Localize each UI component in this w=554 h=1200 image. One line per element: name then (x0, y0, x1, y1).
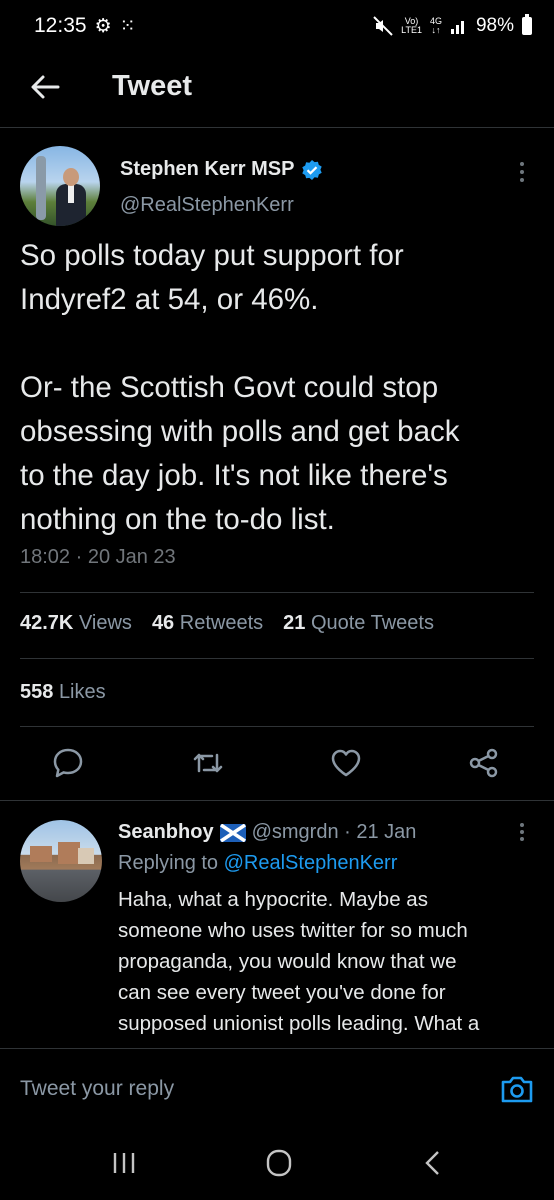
mute-icon (373, 16, 393, 36)
retweets-stat[interactable]: 46 Retweets (152, 612, 263, 635)
more-options-icon[interactable] (512, 160, 532, 184)
settings-gear-icon: ⚙ (94, 15, 112, 37)
tweet-line: Indyref2 at 54, or 46%. (20, 283, 319, 316)
home-icon[interactable] (259, 1146, 299, 1180)
views-stat[interactable]: 42.7K Views (20, 612, 132, 635)
replying-to: Replying to @RealStephenKerr (118, 852, 397, 875)
network-type: 4G ↓↑ (429, 16, 442, 35)
status-bar: 12:35 ⚙ ⁙ Vo) LTE1 4G ↓↑ 98% (0, 0, 554, 52)
like-icon[interactable] (328, 745, 364, 781)
reply-line: propaganda, you would know that we (118, 950, 457, 973)
tweet-line: Or- the Scottish Govt could stop (20, 371, 439, 404)
divider (20, 726, 534, 727)
recents-icon[interactable] (104, 1146, 144, 1180)
share-icon[interactable] (466, 745, 502, 781)
reply-composer: Tweet your reply (0, 1048, 554, 1128)
reply-icon[interactable] (50, 745, 86, 781)
reply-text: Haha, what a hypocrite. Maybe as someone… (118, 884, 538, 1046)
views-label: Views (78, 612, 132, 634)
reply-input[interactable]: Tweet your reply (20, 1077, 174, 1101)
tweet-actions (0, 745, 554, 785)
author-name-row[interactable]: Stephen Kerr MSP (120, 158, 323, 181)
status-time: 12:35 (34, 14, 87, 37)
avatar-house (58, 842, 80, 864)
quote-tweets-stat[interactable]: 21 Quote Tweets (283, 612, 434, 635)
scotland-flag-icon (219, 823, 246, 842)
divider (20, 592, 534, 593)
top-header: Tweet (0, 52, 554, 128)
avatar-house (78, 848, 94, 864)
likes-count: 558 (20, 681, 54, 703)
author-name[interactable]: Stephen Kerr MSP (120, 158, 294, 181)
back-arrow-icon[interactable] (28, 70, 62, 104)
signal-icon (450, 21, 464, 34)
reply-line: Haha, what a hypocrite. Maybe as (118, 888, 428, 911)
notification-dots-icon: ⁙ (119, 15, 136, 37)
network-indicator: Vo) LTE1 (401, 17, 422, 35)
divider (0, 800, 554, 801)
battery-icon (522, 14, 532, 35)
tweet-line: nothing on the to-do list. (20, 503, 335, 536)
tweet-text: So polls today put support for Indyref2 … (20, 234, 540, 542)
page-title: Tweet (112, 70, 193, 102)
tweet-line: to the day job. It's not like there's (20, 459, 448, 492)
reply-line: can see every tweet you've done for (118, 981, 446, 1004)
replying-prefix: Replying to (118, 852, 219, 874)
tweet-line: obsessing with polls and get back (20, 415, 460, 448)
back-nav-icon[interactable] (414, 1146, 454, 1180)
reply-line: someone who uses twitter for so much (118, 919, 468, 942)
verified-badge-icon (302, 159, 323, 180)
replying-to-link[interactable]: @RealStephenKerr (224, 852, 398, 874)
system-nav-bar (0, 1128, 554, 1200)
retweet-icon[interactable] (190, 745, 226, 781)
divider (20, 658, 534, 659)
views-count: 42.7K (20, 612, 74, 634)
battery-percent: 98% (475, 15, 514, 36)
likes-label: Likes (58, 681, 106, 703)
reply-line: supposed unionist polls leading. What a (118, 1012, 480, 1035)
author-handle[interactable]: @RealStephenKerr (120, 194, 294, 217)
reply-handle-time: @smgrdn · 21 Jan (251, 821, 417, 843)
author-avatar[interactable] (20, 146, 100, 226)
likes-stat[interactable]: 558 Likes (20, 681, 106, 704)
tweet-stats: 42.7K Views 46 Retweets 21 Quote Tweets (20, 612, 434, 635)
lte-label: LTE1 (401, 25, 422, 35)
avatar-person (56, 168, 86, 226)
quotes-count: 21 (283, 612, 306, 634)
tweet-timestamp: 18:02 · 20 Jan 23 (20, 546, 176, 568)
avatar-statue (36, 156, 46, 220)
avatar-house (30, 846, 52, 862)
reply-more-options-icon[interactable] (512, 822, 532, 842)
quotes-label: Quote Tweets (310, 612, 434, 634)
reply-header[interactable]: Seanbhoy @smgrdn · 21 Jan (118, 821, 416, 844)
reply-author-name[interactable]: Seanbhoy (118, 821, 214, 844)
retweets-label: Retweets (179, 612, 264, 634)
tweet-line: So polls today put support for (20, 239, 404, 272)
reply-line: f (118, 1039, 538, 1046)
reply-avatar[interactable] (20, 820, 102, 902)
camera-icon[interactable] (500, 1073, 534, 1105)
retweets-count: 46 (151, 612, 175, 634)
